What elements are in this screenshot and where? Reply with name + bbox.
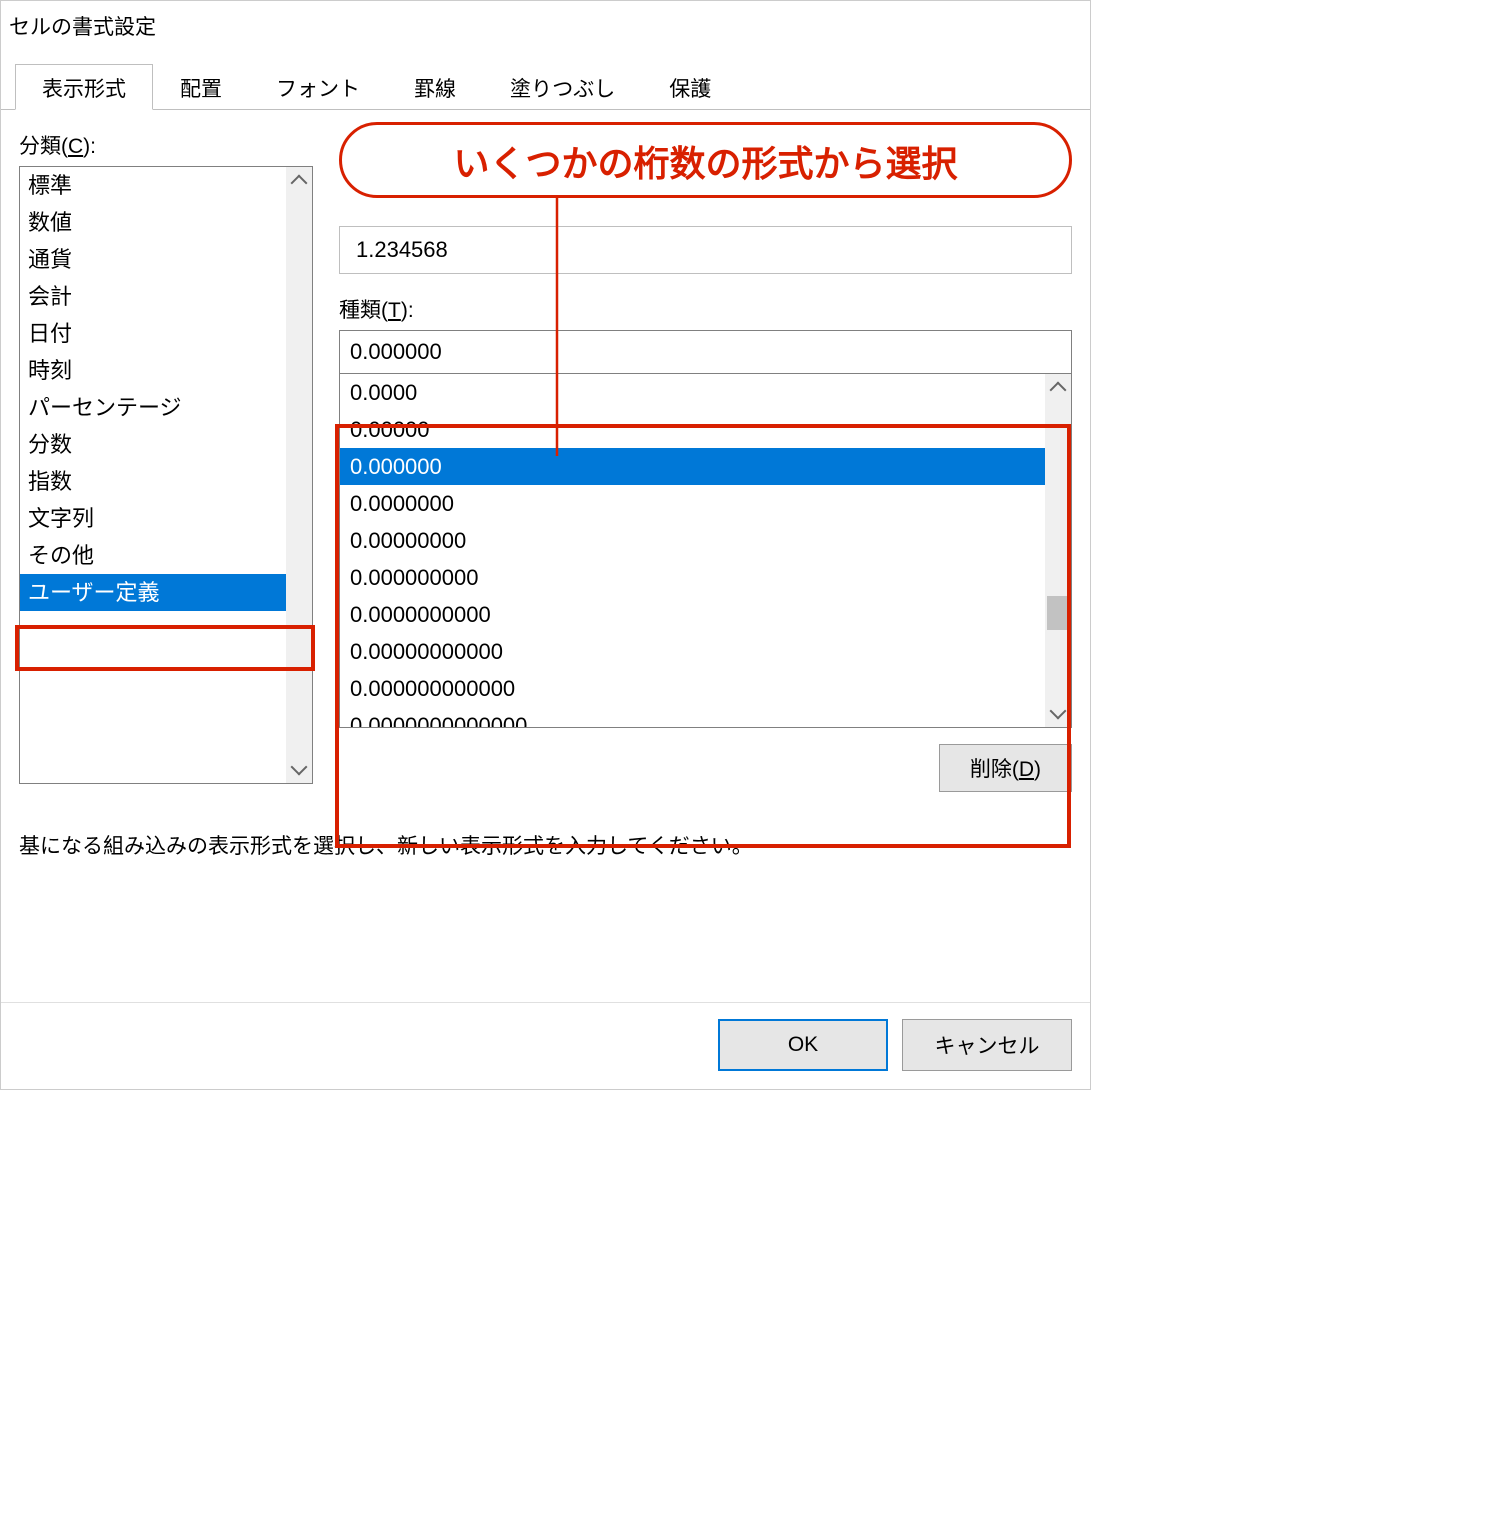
category-item-currency[interactable]: 通貨 <box>20 241 312 278</box>
type-item[interactable]: 0.00000000000 <box>340 633 1045 670</box>
category-column: 分類(C): 標準 数値 通貨 会計 日付 時刻 パーセンテージ 分数 指数 文… <box>19 130 313 792</box>
category-label: 分類(C): <box>19 130 313 160</box>
type-format-input[interactable] <box>339 330 1072 374</box>
type-item[interactable]: 0.00000000 <box>340 522 1045 559</box>
annotation-callout-text: いくつかの桁数の形式から選択 <box>370 135 1041 187</box>
tab-fill[interactable]: 塗りつぶし <box>483 64 642 110</box>
category-item-special[interactable]: その他 <box>20 537 312 574</box>
sample-value: 1.234568 <box>356 237 448 263</box>
tab-font[interactable]: フォント <box>249 64 387 110</box>
type-item[interactable]: 0.000000000000 <box>340 670 1045 707</box>
category-item-scientific[interactable]: 指数 <box>20 463 312 500</box>
type-item[interactable]: 0.00000 <box>340 411 1045 448</box>
category-item-general[interactable]: 標準 <box>20 167 312 204</box>
type-label: 種類(T): <box>339 294 1072 324</box>
tab-border[interactable]: 罫線 <box>387 64 483 110</box>
instruction-text: 基になる組み込みの表示形式を選択し、新しい表示形式を入力してください。 <box>19 830 1072 860</box>
type-item[interactable]: 0.0000 <box>340 374 1045 411</box>
dialog-title: セルの書式設定 <box>9 11 156 41</box>
type-item[interactable]: 0.0000000000000 <box>340 707 1045 728</box>
category-item-accounting[interactable]: 会計 <box>20 278 312 315</box>
type-scrollbar[interactable] <box>1045 374 1071 727</box>
category-item-time[interactable]: 時刻 <box>20 352 312 389</box>
tab-protection[interactable]: 保護 <box>642 64 738 110</box>
type-item[interactable]: 0.0000000000 <box>340 596 1045 633</box>
annotation-callout: いくつかの桁数の形式から選択 <box>339 122 1072 198</box>
category-item-fraction[interactable]: 分数 <box>20 426 312 463</box>
tab-strip: 表示形式 配置 フォント 罫線 塗りつぶし 保護 <box>1 51 1090 110</box>
scroll-down-icon[interactable] <box>1045 701 1071 727</box>
type-item[interactable]: 0.000000 <box>340 448 1045 485</box>
sample-preview: 1.234568 <box>339 226 1072 274</box>
scroll-thumb[interactable] <box>1047 596 1069 630</box>
delete-button[interactable]: 削除(D) <box>939 744 1072 792</box>
tab-number-format[interactable]: 表示形式 <box>15 64 153 110</box>
format-cells-dialog: セルの書式設定 表示形式 配置 フォント 罫線 塗りつぶし 保護 分類(C): <box>0 0 1091 1090</box>
type-item[interactable]: 0.000000000 <box>340 559 1045 596</box>
scroll-up-icon[interactable] <box>286 167 312 193</box>
category-listbox[interactable]: 標準 数値 通貨 会計 日付 時刻 パーセンテージ 分数 指数 文字列 その他 … <box>19 166 313 784</box>
category-item-percentage[interactable]: パーセンテージ <box>20 389 312 426</box>
category-item-number[interactable]: 数値 <box>20 204 312 241</box>
cancel-button[interactable]: キャンセル <box>902 1019 1072 1071</box>
title-bar: セルの書式設定 <box>1 1 1090 51</box>
category-item-text[interactable]: 文字列 <box>20 500 312 537</box>
ok-button[interactable]: OK <box>718 1019 888 1071</box>
title-controls <box>1020 13 1082 39</box>
tab-alignment[interactable]: 配置 <box>153 64 249 110</box>
dialog-footer: OK キャンセル <box>1 1002 1090 1089</box>
category-item-date[interactable]: 日付 <box>20 315 312 352</box>
category-scrollbar[interactable] <box>286 167 312 783</box>
detail-column: いくつかの桁数の形式から選択 1.234568 種類(T): <box>339 130 1072 792</box>
scroll-up-icon[interactable] <box>1045 374 1071 400</box>
type-item[interactable]: 0.0000000 <box>340 485 1045 522</box>
content-area: 分類(C): 標準 数値 通貨 会計 日付 時刻 パーセンテージ 分数 指数 文… <box>1 110 1090 872</box>
scroll-down-icon[interactable] <box>286 757 312 783</box>
category-item-custom[interactable]: ユーザー定義 <box>20 574 312 611</box>
type-listbox[interactable]: 0.0000 0.00000 0.000000 0.0000000 0.0000… <box>339 374 1072 728</box>
